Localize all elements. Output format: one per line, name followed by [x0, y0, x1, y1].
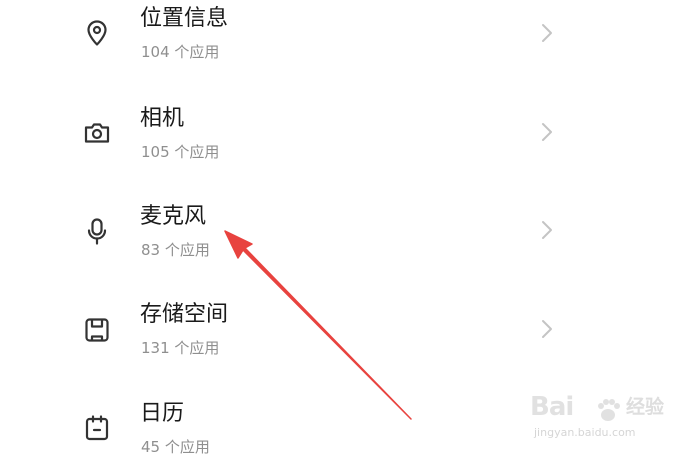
chevron-right-icon [538, 317, 556, 341]
camera-icon [82, 118, 112, 148]
microphone-icon [82, 216, 112, 246]
permission-item-storage[interactable]: 存储空间 131 个应用 [0, 279, 690, 377]
permission-item-camera[interactable]: 相机 105 个应用 [0, 83, 690, 181]
chevron-right-icon [538, 120, 556, 144]
permission-app-count: 45 个应用 [141, 438, 210, 456]
permission-title: 相机 [140, 106, 185, 131]
permission-title: 日历 [140, 401, 185, 426]
chevron-right-icon [538, 218, 556, 242]
permission-manager-screen: 位置信息 104 个应用 相机 105 个应用 麦克风 83 个应用 存储空间 … [0, 0, 690, 460]
permission-item-location[interactable]: 位置信息 104 个应用 [0, 0, 690, 83]
chevron-right-icon [538, 21, 556, 45]
permission-item-calendar[interactable]: 日历 45 个应用 [0, 377, 690, 460]
permission-app-count: 83 个应用 [141, 241, 210, 259]
permission-app-count: 105 个应用 [141, 143, 220, 161]
permission-app-count: 104 个应用 [141, 43, 220, 61]
location-pin-icon [82, 18, 112, 48]
permission-app-count: 131 个应用 [141, 339, 220, 357]
permission-title: 麦克风 [140, 204, 207, 229]
permission-title: 存储空间 [140, 302, 229, 327]
storage-icon [82, 315, 112, 345]
calendar-icon [82, 413, 112, 443]
permission-item-microphone[interactable]: 麦克风 83 个应用 [0, 181, 690, 279]
permission-title: 位置信息 [140, 6, 229, 31]
